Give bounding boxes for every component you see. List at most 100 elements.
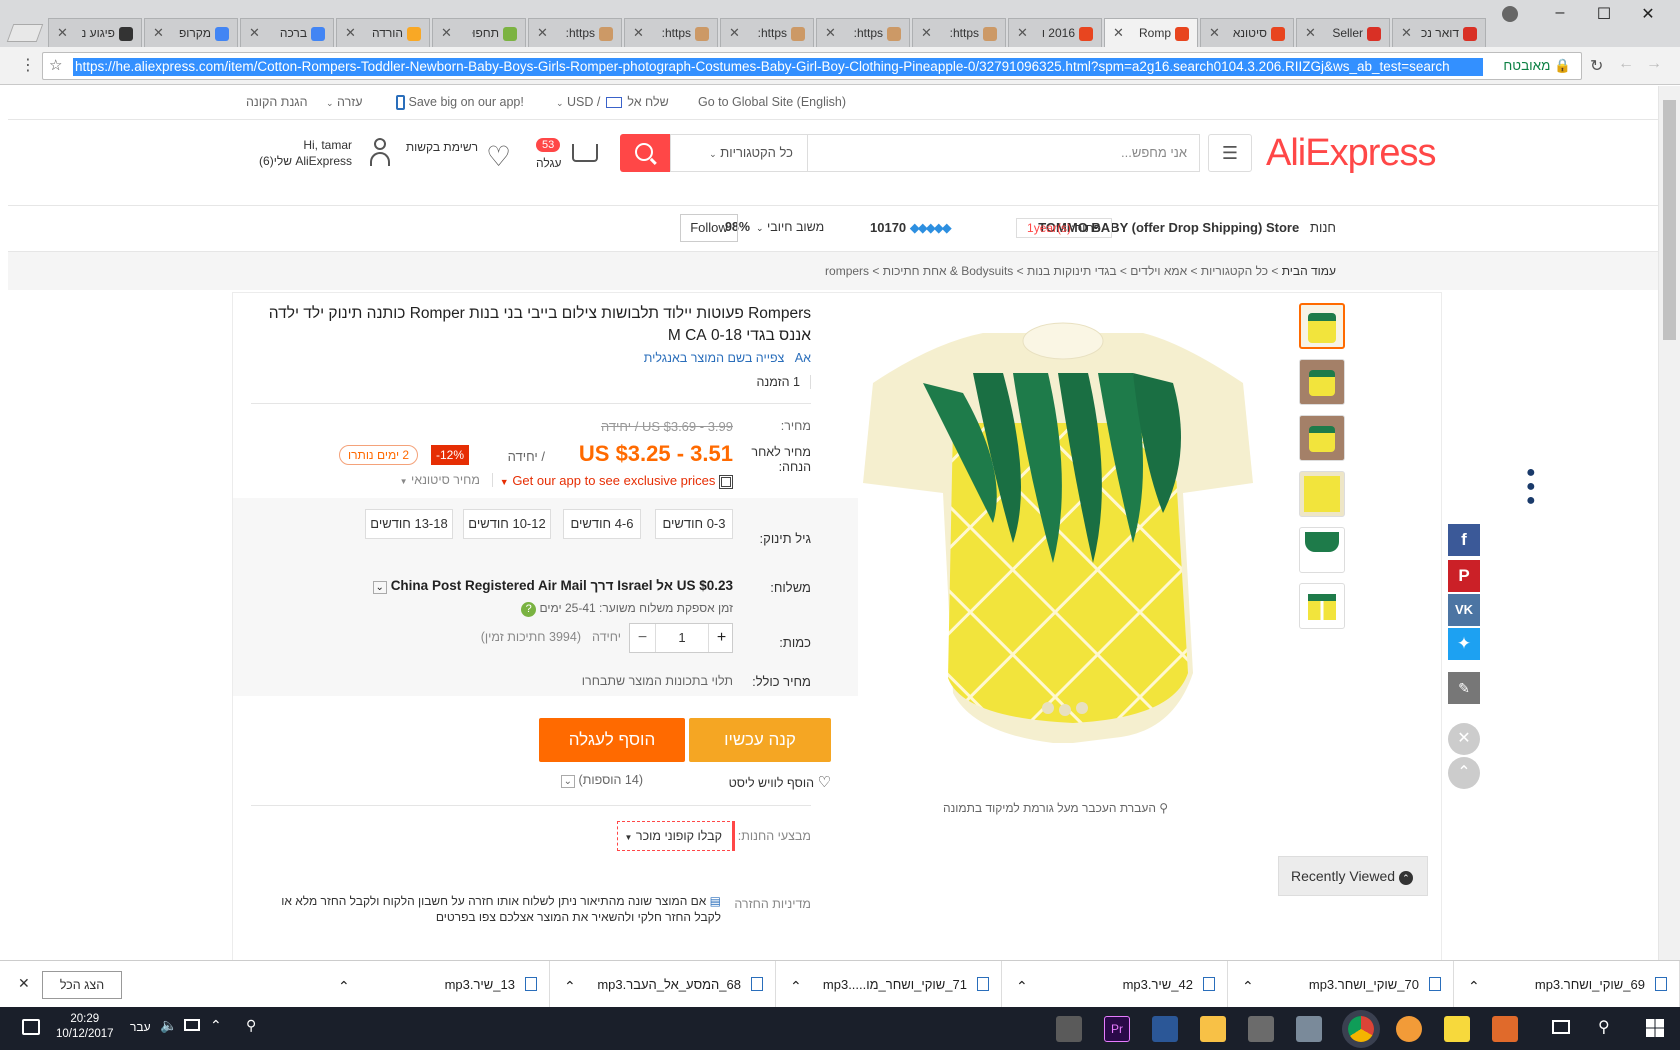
clock[interactable]: 20:29 10/12/2017 [56,1012,114,1042]
browser-tab[interactable]: ✕ פיגוע נ [48,18,142,48]
close-tab-icon[interactable]: ✕ [1209,19,1220,47]
wholesale-link[interactable]: מחיר סיטונאי ▼ [353,473,493,487]
twitter-share-icon[interactable]: ✦ [1448,628,1480,660]
people-icon[interactable]: ⚲ [246,1017,256,1034]
language-indicator[interactable]: עבר [130,1020,151,1034]
add-wishlist-link[interactable]: ♡ הוסף לוויש ליסט [645,773,831,791]
help-circle-icon[interactable]: ? [521,602,537,617]
vk-share-icon[interactable]: VK [1448,594,1480,626]
close-tab-icon[interactable]: ✕ [537,19,548,47]
browser-tab[interactable]: ✕ https: [528,18,622,48]
decrease-button[interactable]: − [630,624,656,652]
product-thumbnail[interactable] [1299,527,1345,573]
close-tab-icon[interactable]: ✕ [729,19,740,47]
tray-chevron-icon[interactable]: ⌃ [210,1017,222,1034]
age-option-button[interactable]: 4-6 חודשים [563,509,641,539]
start-button[interactable] [1646,1019,1664,1037]
browser-tab[interactable]: ✕ ברכה [240,18,334,48]
buyer-protection-link[interactable]: הגנת הקונה [246,95,308,109]
category-select[interactable]: כל הקטגוריות ⌄ [670,134,808,172]
close-tab-icon[interactable]: ✕ [1305,19,1316,47]
add-to-cart-button[interactable]: הוסף לעגלה [539,718,685,762]
chevron-up-icon[interactable]: ⌃ [790,963,802,1010]
close-tab-icon[interactable]: ✕ [1017,19,1028,47]
download-item[interactable]: 70_שוקי_ושחר.mp3 ⌃ [1228,961,1454,1008]
wishlist-link[interactable]: ♡ רשימת בקשות [400,134,518,174]
browser-tab[interactable]: ✕ https: [720,18,814,48]
product-thumbnail[interactable] [1299,583,1345,629]
browser-tab[interactable]: ✕ Romp [1104,18,1198,48]
secure-indicator[interactable]: 🔒 מאובטח [1503,58,1571,74]
age-option-button[interactable]: 10-12 חודשים [463,509,551,539]
breadcrumb-item[interactable]: בגדי תינוקות בנות [1027,264,1117,278]
back-icon[interactable]: ← [1618,55,1634,73]
close-tab-icon[interactable]: ✕ [825,19,836,47]
close-tab-icon[interactable]: ✕ [57,19,68,47]
browser-tab[interactable]: ✕ 2016 ו [1008,18,1102,48]
scroll-dots-icon[interactable]: ● ● ● [1526,465,1536,510]
close-tab-icon[interactable]: ✕ [441,19,452,47]
account-menu[interactable]: Hi, tamar AliExpress שלי(6) [246,134,396,174]
url-text[interactable]: https://he.aliexpress.com/item/Cotton-Ro… [73,58,1483,76]
help-menu[interactable]: ⌄ עזרה [326,95,363,109]
download-item[interactable]: 69_שוקי_ושחר.mp3 ⌃ [1454,961,1680,1008]
product-main-image[interactable] [843,313,1283,753]
browser-tab[interactable]: ✕ סיטונא [1200,18,1294,48]
task-view-icon[interactable] [1552,1020,1570,1034]
app-promo-link[interactable]: Save big on our app! [396,95,524,111]
notifications-icon[interactable] [22,1019,40,1035]
ship-to-selector[interactable]: שלח אל / USD ⌄ [556,95,669,109]
browser-tab[interactable]: ✕ הורדה [336,18,430,48]
volume-icon[interactable]: 🔈 [160,1017,177,1034]
edit-share-icon[interactable]: ✎ [1448,672,1480,704]
facebook-share-icon[interactable]: f [1448,524,1480,556]
quantity-input[interactable]: 1 [656,624,708,652]
product-thumbnail[interactable] [1299,303,1345,349]
browser-tab[interactable]: ✕ https: [816,18,910,48]
close-tab-icon[interactable]: ✕ [921,19,932,47]
close-tab-icon[interactable]: ✕ [249,19,260,47]
search-icon[interactable]: ⚲ [1598,1017,1610,1037]
feedback-dropdown[interactable]: משוב חיובי ⌄ [756,220,824,234]
breadcrumb-item[interactable]: Bodysuits & אחת חתיכות [883,264,1014,278]
cart-link[interactable]: 53 עגלה [528,134,604,174]
download-item[interactable]: 71_שוקי_ושחר_מו.....mp3 ⌃ [776,961,1002,1008]
search-input[interactable]: אני מחפש... [808,134,1200,172]
category-menu-button[interactable]: ☰ [1208,134,1252,172]
bookmark-star-icon[interactable]: ☆ [49,56,62,74]
product-thumbnail[interactable] [1299,415,1345,461]
minimize-button[interactable]: – [1540,4,1580,26]
taskbar-app-icon[interactable] [1296,1016,1322,1042]
recently-viewed-tab[interactable]: Recently Viewed ⌃ [1278,856,1428,896]
browser-tab[interactable]: ✕ https: [912,18,1006,48]
breadcrumb-item[interactable]: כל הקטגוריות [1201,264,1268,278]
reload-icon[interactable]: ↻ [1590,56,1603,76]
photos-icon[interactable] [1152,1016,1178,1042]
taskbar-app-icon[interactable] [1056,1016,1082,1042]
close-window-button[interactable]: ✕ [1628,4,1668,26]
close-tab-icon[interactable]: ✕ [345,19,356,47]
search-button[interactable] [620,134,670,172]
age-option-button[interactable]: 0-3 חודשים [655,509,733,539]
browser-tab[interactable]: ✕ תחפוּ [432,18,526,48]
close-downloads-icon[interactable]: ✕ [18,975,30,992]
browser-tab[interactable]: ✕ מקרופ [144,18,238,48]
global-site-link[interactable]: Go to Global Site (English) [698,95,846,109]
show-all-downloads-button[interactable]: הצג הכל [42,971,122,999]
vertical-scrollbar[interactable] [1658,86,1680,960]
forward-icon[interactable]: → [1646,55,1662,73]
browser-tab[interactable]: ✕ Seller [1296,18,1390,48]
taskbar-app-icon[interactable] [1248,1016,1274,1042]
breadcrumb-item[interactable]: אמא וילדים [1130,264,1187,278]
app-exclusive-link[interactable]: Get our app to see exclusive prices ▼ [500,473,733,489]
scroll-top-icon[interactable]: ⌃ [1448,757,1480,789]
chrome-icon[interactable] [1348,1016,1374,1042]
sticky-notes-icon[interactable] [1444,1016,1470,1042]
download-item[interactable]: 42_שיר.mp3 ⌃ [1002,961,1228,1008]
maximize-button[interactable]: ☐ [1584,4,1624,26]
age-option-button[interactable]: 13-18 חודשים [365,509,453,539]
close-panel-icon[interactable]: ✕ [1448,723,1480,755]
browser-tab[interactable]: ✕ דואר נכ [1392,18,1486,48]
omnibox[interactable]: ☆ https://he.aliexpress.com/item/Cotton-… [42,52,1582,80]
pinterest-share-icon[interactable]: P [1448,560,1480,592]
